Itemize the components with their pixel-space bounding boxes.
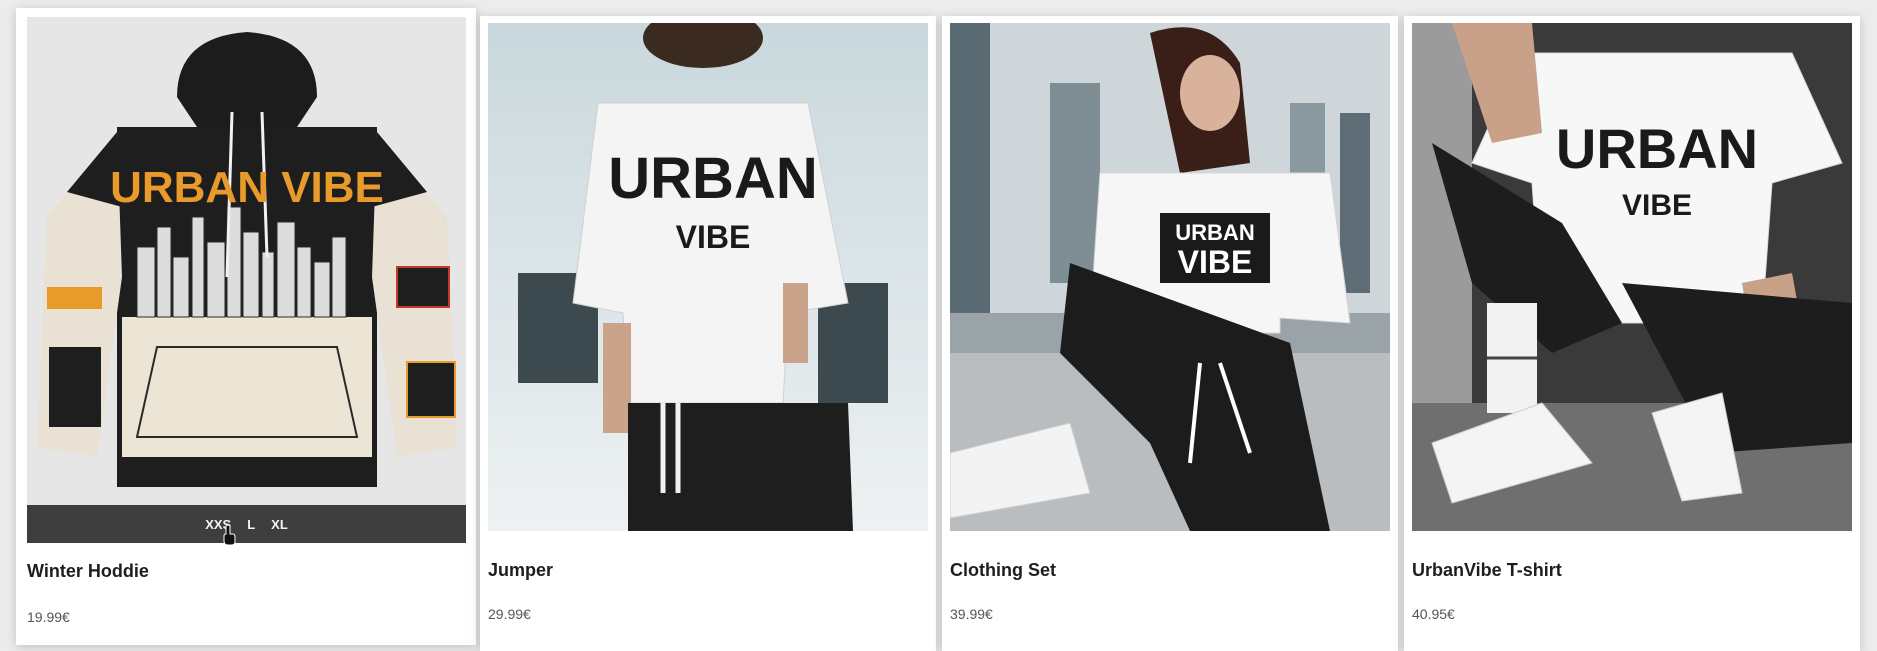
svg-text:VIBE: VIBE: [1178, 244, 1253, 280]
size-option-l[interactable]: L: [247, 517, 255, 532]
svg-text:URBAN VIBE: URBAN VIBE: [110, 163, 384, 212]
size-selector: XXS L XL: [27, 505, 466, 543]
cursor-hand-icon: [223, 524, 236, 546]
tshirt-product-image[interactable]: URBAN VIBE: [1412, 23, 1852, 531]
svg-text:URBAN: URBAN: [608, 146, 817, 211]
product-price: 39.99€: [950, 606, 993, 622]
svg-text:URBAN: URBAN: [1175, 220, 1254, 245]
product-name[interactable]: Winter Hoddie: [27, 561, 149, 582]
jumper-product-image[interactable]: URBAN VIBE: [488, 23, 928, 531]
product-card-jumper[interactable]: URBAN VIBE Jumper 29.99€: [480, 16, 936, 651]
product-price: 29.99€: [488, 606, 531, 622]
size-option-xl[interactable]: XL: [271, 517, 288, 532]
product-grid: URBAN VIBE XXS L XL Winter Hoddie 19.99€: [0, 0, 1877, 651]
hoodie-product-image[interactable]: URBAN VIBE XXS L XL: [27, 17, 466, 543]
product-price: 40.95€: [1412, 606, 1455, 622]
product-name[interactable]: Clothing Set: [950, 560, 1056, 581]
product-price: 19.99€: [27, 609, 70, 625]
clothing-set-product-image[interactable]: URBAN VIBE: [950, 23, 1390, 531]
svg-text:URBAN: URBAN: [1556, 117, 1758, 180]
product-card-clothing-set[interactable]: URBAN VIBE Clothing Set 39.99€: [942, 16, 1398, 651]
svg-text:VIBE: VIBE: [676, 219, 751, 255]
svg-text:VIBE: VIBE: [1622, 189, 1692, 222]
product-card-winter-hoddie[interactable]: URBAN VIBE XXS L XL Winter Hoddie 19.99€: [16, 8, 476, 645]
product-name[interactable]: Jumper: [488, 560, 553, 581]
product-name[interactable]: UrbanVibe T-shirt: [1412, 560, 1562, 581]
product-card-urbanvibe-tshirt[interactable]: URBAN VIBE UrbanVibe T-shirt 40.95€: [1404, 16, 1860, 651]
